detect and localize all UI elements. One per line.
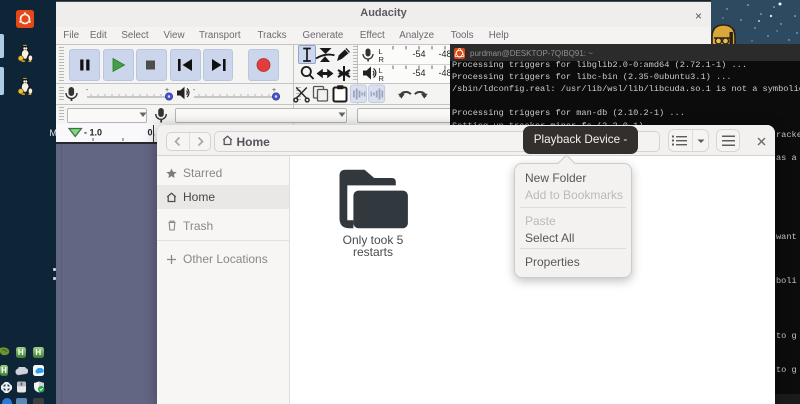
svg-text:R: R xyxy=(379,74,385,83)
svg-text:-: - xyxy=(193,87,196,94)
svg-text:0.: 0. xyxy=(148,128,156,138)
svg-text:- 1.0: - 1.0 xyxy=(84,128,102,138)
svg-text:R: R xyxy=(379,55,385,64)
svg-text:-: - xyxy=(86,87,89,94)
